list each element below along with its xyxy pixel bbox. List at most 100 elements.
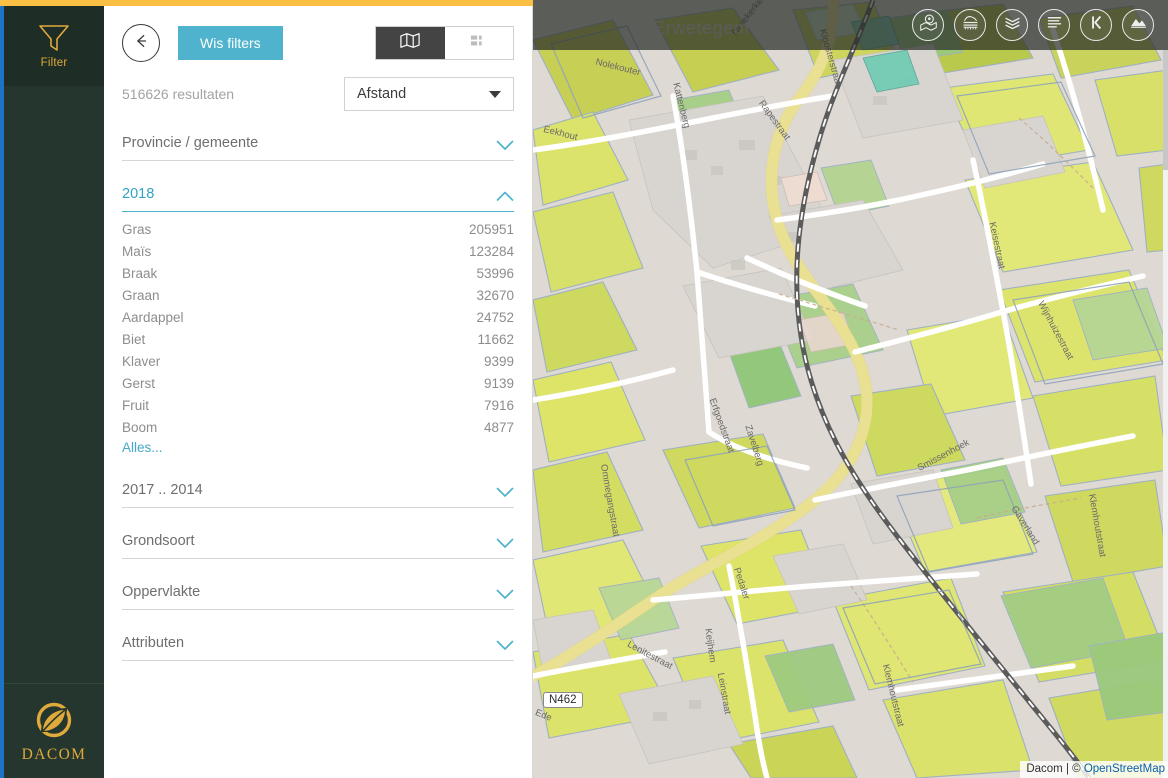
map-attribution: Dacom | © OpenStreetMap: [1020, 761, 1168, 778]
list-item[interactable]: Boom 4877: [122, 416, 514, 438]
contour-waves-button[interactable]: [996, 9, 1028, 41]
sidebar-item-filter[interactable]: Filter: [4, 6, 104, 86]
left-sidebar: Filter DACOM: [0, 0, 104, 778]
road-shield-n462: N462: [543, 692, 583, 708]
sort-select[interactable]: Afstand: [344, 77, 514, 111]
chevron-down-icon: [496, 485, 514, 497]
chevron-down-icon: [496, 536, 514, 548]
soil-layers-icon: [961, 13, 980, 37]
crop-count: 7916: [483, 397, 514, 413]
filter-section-header[interactable]: Provincie / gemeente: [122, 126, 514, 160]
k-parcel-button[interactable]: [1080, 9, 1112, 41]
panel-results-row: 516626 resultaten Afstand: [122, 72, 514, 116]
filter-section-years: 2017 .. 2014: [122, 473, 514, 508]
openstreetmap-link[interactable]: OpenStreetMap: [1084, 763, 1165, 775]
crop-name: Maïs: [122, 243, 152, 259]
crop-name: Klaver: [122, 353, 161, 369]
location-pin-map-button[interactable]: [912, 9, 944, 41]
filter-section-title: Grondsoort: [122, 533, 195, 549]
top-accent-bar: [0, 0, 533, 6]
dacom-logo[interactable]: DACOM: [4, 683, 104, 778]
list-item[interactable]: Fruit 7916: [122, 394, 514, 416]
crop-count: 9139: [483, 375, 514, 391]
panel-toolbar: Wis filters: [122, 6, 514, 68]
filter-section-header[interactable]: Oppervlakte: [122, 575, 514, 609]
filter-section-title: 2017 .. 2014: [122, 482, 203, 498]
filter-section-attributen: Attributen: [122, 626, 514, 661]
list-item[interactable]: Graan 32670: [122, 284, 514, 306]
map-view[interactable]: Erwetegem N462 Nolekouter Tweekerken Kat…: [533, 0, 1168, 778]
list-item[interactable]: Gras 205951: [122, 218, 514, 240]
filter-section-title: Provincie / gemeente: [122, 135, 259, 151]
map-town-label: Erwetegem: [653, 18, 750, 38]
map-icon: [400, 32, 420, 54]
crop-count: 11662: [477, 331, 514, 347]
map-toolbar: [533, 0, 1168, 50]
filter-section-header[interactable]: 2018: [122, 177, 514, 211]
soil-layers-button[interactable]: [954, 9, 986, 41]
filter-section-header[interactable]: Attributen: [122, 626, 514, 660]
crop-name: Graan: [122, 287, 160, 303]
crop-name: Braak: [122, 265, 158, 281]
legend-list-button[interactable]: [1038, 9, 1070, 41]
chevron-down-icon: [496, 638, 514, 650]
crop-count: 32670: [476, 287, 514, 303]
grid-icon: [470, 34, 488, 52]
list-item[interactable]: Gerst 9139: [122, 372, 514, 394]
sort-select-value: Afstand: [357, 86, 407, 102]
legend-list-icon: [1045, 13, 1064, 37]
filter-panel: Wis filters 516626 resultaten Afstand Pr…: [104, 6, 533, 778]
terrain-satellite-button[interactable]: [1122, 9, 1154, 41]
chevron-down-icon: [496, 587, 514, 599]
filter-section-oppervlakte: Oppervlakte: [122, 575, 514, 610]
crop-count: 9399: [483, 353, 514, 369]
crop-name: Gras: [122, 221, 152, 237]
list-item[interactable]: Aardappel 24752: [122, 306, 514, 328]
rail-accent-strip: [0, 0, 4, 778]
arrow-left-icon: [132, 32, 150, 55]
map-canvas: [533, 0, 1168, 778]
results-count: 516626 resultaten: [122, 86, 235, 102]
crop-count: 24752: [476, 309, 514, 325]
crop-name: Aardappel: [122, 309, 184, 325]
filter-section-grondsoort: Grondsoort: [122, 524, 514, 559]
filter-section-title: Attributen: [122, 635, 185, 651]
crop-name: Biet: [122, 331, 146, 347]
contour-waves-icon: [1003, 13, 1022, 37]
chevron-up-icon: [496, 189, 514, 201]
list-item[interactable]: Klaver 9399: [122, 350, 514, 372]
dacom-leaf-icon: [33, 699, 75, 741]
filter-section-2018: 2018: [122, 177, 514, 212]
crop-name: Fruit: [122, 397, 149, 413]
dacom-wordmark: DACOM: [21, 745, 87, 763]
k-parcel-icon: [1087, 13, 1106, 37]
filter-section-title: 2018: [122, 186, 155, 202]
attribution-prefix: Dacom | ©: [1026, 763, 1084, 775]
app-root: Filter DACOM Wis filters 516626 resultat…: [0, 0, 1168, 778]
terrain-satellite-icon: [1129, 13, 1148, 37]
view-toggle-grid[interactable]: [444, 27, 513, 59]
crop-count: 53996: [476, 265, 514, 281]
funnel-icon: [37, 23, 71, 53]
show-all-link[interactable]: Alles...: [122, 438, 514, 455]
clear-filters-button[interactable]: Wis filters: [178, 26, 283, 60]
caret-down-icon: [489, 90, 501, 98]
sidebar-filter-label: Filter: [40, 57, 68, 69]
filter-section-header[interactable]: 2017 .. 2014: [122, 473, 514, 507]
list-item[interactable]: Braak 53996: [122, 262, 514, 284]
list-item[interactable]: Maïs 123284: [122, 240, 514, 262]
crop-count: 205951: [468, 221, 514, 237]
crop-name: Gerst: [122, 375, 156, 391]
back-button[interactable]: [122, 24, 160, 62]
list-item[interactable]: Biet 11662: [122, 328, 514, 350]
location-pin-map-icon: [919, 13, 938, 37]
view-toggle-map[interactable]: [376, 27, 445, 59]
crop-filter-list: Gras 205951 Maïs 123284 Braak 53996 Graa…: [122, 212, 514, 463]
crop-count: 4877: [483, 419, 514, 435]
crop-count: 123284: [468, 243, 514, 259]
chevron-down-icon: [496, 138, 514, 150]
filter-section-title: Oppervlakte: [122, 584, 201, 600]
filter-section-header[interactable]: Grondsoort: [122, 524, 514, 558]
crop-name: Boom: [122, 419, 158, 435]
view-toggle: [375, 26, 514, 60]
